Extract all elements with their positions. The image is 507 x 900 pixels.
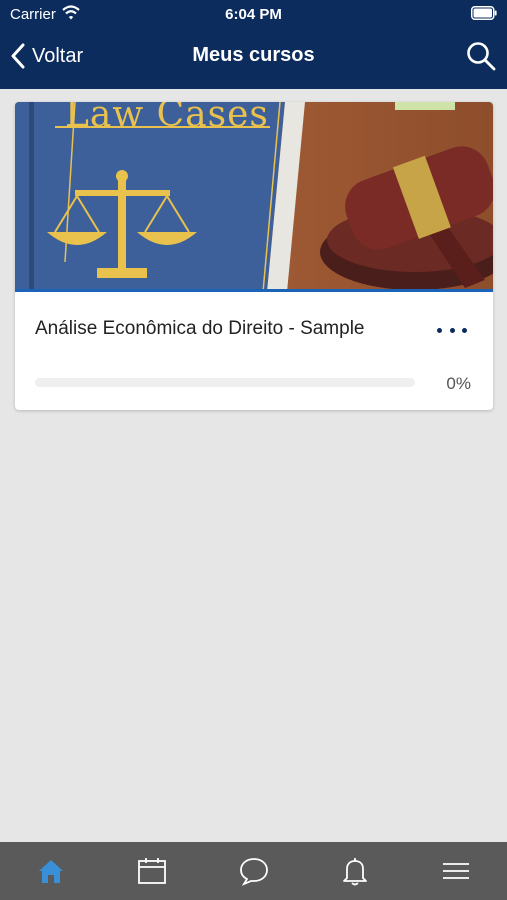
tab-calendar[interactable] xyxy=(101,842,202,900)
course-card[interactable]: Law Cases Análise Econômica do Direito -… xyxy=(15,102,493,410)
tab-notifications[interactable] xyxy=(304,842,405,900)
course-image: Law Cases xyxy=(15,102,493,292)
calendar-icon xyxy=(138,858,167,884)
chat-icon xyxy=(239,858,268,886)
tab-bar xyxy=(0,842,507,900)
battery-icon xyxy=(471,6,497,20)
image-text: Law Cases xyxy=(65,102,269,135)
back-label: Voltar xyxy=(32,44,84,67)
progress-label: 0% xyxy=(446,374,471,393)
status-bar: Carrier 6:04 PM xyxy=(0,0,507,28)
home-icon xyxy=(38,860,63,883)
tab-messages[interactable] xyxy=(203,842,304,900)
header-bar: Carrier 6:04 PM Voltar Meus cursos xyxy=(0,0,507,89)
tab-menu[interactable] xyxy=(406,842,507,900)
more-options-icon[interactable] xyxy=(437,318,467,342)
status-time: 6:04 PM xyxy=(225,6,282,23)
bell-icon xyxy=(343,858,367,886)
course-title[interactable]: Análise Econômica do Direito - Sample xyxy=(35,318,365,340)
progress-bar xyxy=(35,378,415,387)
tab-home[interactable] xyxy=(0,842,101,900)
menu-icon xyxy=(443,863,470,879)
back-button[interactable]: Voltar xyxy=(10,40,83,72)
chevron-left-icon xyxy=(11,43,25,69)
search-icon[interactable] xyxy=(465,40,497,72)
